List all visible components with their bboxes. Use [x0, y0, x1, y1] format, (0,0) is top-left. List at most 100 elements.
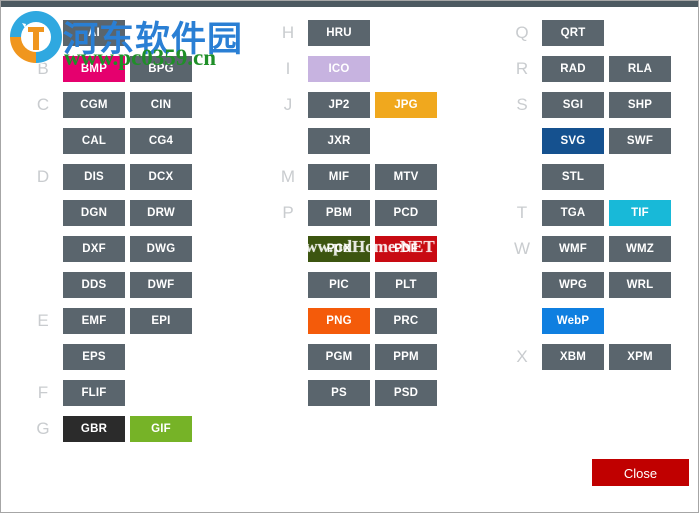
- format-button-mif[interactable]: MIF: [308, 164, 370, 190]
- group-letter-w: W: [513, 239, 531, 258]
- group-letter-h: H: [281, 23, 295, 42]
- format-button-gif[interactable]: GIF: [130, 416, 192, 442]
- format-rows: HRU: [308, 20, 480, 46]
- format-button-pic[interactable]: PIC: [308, 272, 370, 298]
- format-row: DGN DRW: [63, 200, 246, 226]
- format-button-emf[interactable]: EMF: [63, 308, 125, 334]
- format-button-tga[interactable]: TGA: [542, 200, 604, 226]
- format-button-drw[interactable]: DRW: [130, 200, 192, 226]
- format-button-eps[interactable]: EPS: [63, 344, 125, 370]
- format-button-ppm[interactable]: PPM: [375, 344, 437, 370]
- format-row: RAD RLA: [542, 56, 698, 82]
- format-button-webp[interactable]: WebP: [542, 308, 604, 334]
- format-button-pgm[interactable]: PGM: [308, 344, 370, 370]
- format-button-hru[interactable]: HRU: [308, 20, 370, 46]
- format-button-dgn[interactable]: DGN: [63, 200, 125, 226]
- format-button-dwf[interactable]: DWF: [130, 272, 192, 298]
- format-button-dds[interactable]: DDS: [63, 272, 125, 298]
- group-letter-r: R: [515, 59, 529, 78]
- format-row: CGM CIN: [63, 92, 246, 118]
- format-button-wrl[interactable]: WRL: [609, 272, 671, 298]
- format-row: DDS DWF: [63, 272, 246, 298]
- group-letter-a: A: [37, 23, 49, 42]
- format-row: JP2 JPG: [308, 92, 480, 118]
- format-group-b: B BMP BPG: [1, 56, 246, 82]
- close-button[interactable]: Close: [592, 459, 689, 486]
- format-button-wpg[interactable]: WPG: [542, 272, 604, 298]
- format-row: MIF MTV: [308, 164, 480, 190]
- format-button-jp2[interactable]: JP2: [308, 92, 370, 118]
- format-button-svg[interactable]: SVG: [542, 128, 604, 154]
- format-rows: DIS DCX DGN DRW DXF DWG DDS DWF: [63, 164, 246, 298]
- format-group-i: I ICO: [246, 56, 480, 82]
- group-letter-j: J: [283, 95, 293, 114]
- format-row: WMF WMZ: [542, 236, 698, 262]
- group-letter-p: P: [282, 203, 294, 222]
- format-button-dxf[interactable]: DXF: [63, 236, 125, 262]
- format-button-flif[interactable]: FLIF: [63, 380, 125, 406]
- format-button-rla[interactable]: RLA: [609, 56, 671, 82]
- format-button-pcx[interactable]: PCX: [308, 236, 370, 262]
- format-button-cg4[interactable]: CG4: [130, 128, 192, 154]
- format-button-ai[interactable]: AI: [63, 20, 125, 46]
- format-rows: GBR GIF: [63, 416, 246, 442]
- format-button-dcx[interactable]: DCX: [130, 164, 192, 190]
- format-row: PCX PDF: [308, 236, 480, 262]
- format-row: WebP: [542, 308, 698, 334]
- format-button-psd[interactable]: PSD: [375, 380, 437, 406]
- format-button-cal[interactable]: CAL: [63, 128, 125, 154]
- format-button-bpg[interactable]: BPG: [130, 56, 192, 82]
- group-letter-f: F: [37, 383, 49, 402]
- format-button-xpm[interactable]: XPM: [609, 344, 671, 370]
- format-group-j: J JP2 JPG JXR: [246, 92, 480, 154]
- format-row: ICO: [308, 56, 480, 82]
- format-button-dwg[interactable]: DWG: [130, 236, 192, 262]
- format-button-pbm[interactable]: PBM: [308, 200, 370, 226]
- format-rows: AI: [63, 20, 246, 46]
- group-letter-b: B: [37, 59, 49, 78]
- format-button-sgi[interactable]: SGI: [542, 92, 604, 118]
- format-button-cgm[interactable]: CGM: [63, 92, 125, 118]
- format-button-cin[interactable]: CIN: [130, 92, 192, 118]
- format-button-stl[interactable]: STL: [542, 164, 604, 190]
- format-button-jxr[interactable]: JXR: [308, 128, 370, 154]
- format-button-tif[interactable]: TIF: [609, 200, 671, 226]
- format-button-bmp[interactable]: BMP: [63, 56, 125, 82]
- format-button-ps[interactable]: PS: [308, 380, 370, 406]
- format-button-epi[interactable]: EPI: [130, 308, 192, 334]
- group-letter-s: S: [516, 95, 528, 114]
- format-button-xbm[interactable]: XBM: [542, 344, 604, 370]
- format-row: JXR: [308, 128, 480, 154]
- format-group-f: F FLIF: [1, 380, 246, 406]
- format-row: AI: [63, 20, 246, 46]
- format-rows: SGI SHP SVG SWF STL: [542, 92, 698, 190]
- format-button-dis[interactable]: DIS: [63, 164, 125, 190]
- format-button-png[interactable]: PNG: [308, 308, 370, 334]
- format-button-swf[interactable]: SWF: [609, 128, 671, 154]
- format-button-plt[interactable]: PLT: [375, 272, 437, 298]
- format-button-pcd[interactable]: PCD: [375, 200, 437, 226]
- format-button-pdf[interactable]: PDF: [375, 236, 437, 262]
- format-button-wmz[interactable]: WMZ: [609, 236, 671, 262]
- format-button-shp[interactable]: SHP: [609, 92, 671, 118]
- format-row: FLIF: [63, 380, 246, 406]
- format-button-ico[interactable]: ICO: [308, 56, 370, 82]
- format-button-mtv[interactable]: MTV: [375, 164, 437, 190]
- format-rows: RAD RLA: [542, 56, 698, 82]
- group-letter-g: G: [36, 419, 50, 438]
- format-row: TGA TIF: [542, 200, 698, 226]
- format-rows: CGM CIN CAL CG4: [63, 92, 246, 154]
- group-letter-d: D: [36, 167, 50, 186]
- format-button-qrt[interactable]: QRT: [542, 20, 604, 46]
- format-row: PIC PLT: [308, 272, 480, 298]
- format-group-p: P PBM PCD PCX PDF PIC PLT PNG PRC PGM PPM PS PSD: [246, 200, 480, 406]
- format-button-gbr[interactable]: GBR: [63, 416, 125, 442]
- format-button-prc[interactable]: PRC: [375, 308, 437, 334]
- format-row: PBM PCD: [308, 200, 480, 226]
- column-2: H HRU I ICO J JP2 JPG JXR M MIF MTV P PBM PCD PCX PDF PI…: [246, 7, 480, 512]
- format-rows: XBM XPM: [542, 344, 698, 370]
- format-group-m: M MIF MTV: [246, 164, 480, 190]
- format-button-jpg[interactable]: JPG: [375, 92, 437, 118]
- format-button-rad[interactable]: RAD: [542, 56, 604, 82]
- format-button-wmf[interactable]: WMF: [542, 236, 604, 262]
